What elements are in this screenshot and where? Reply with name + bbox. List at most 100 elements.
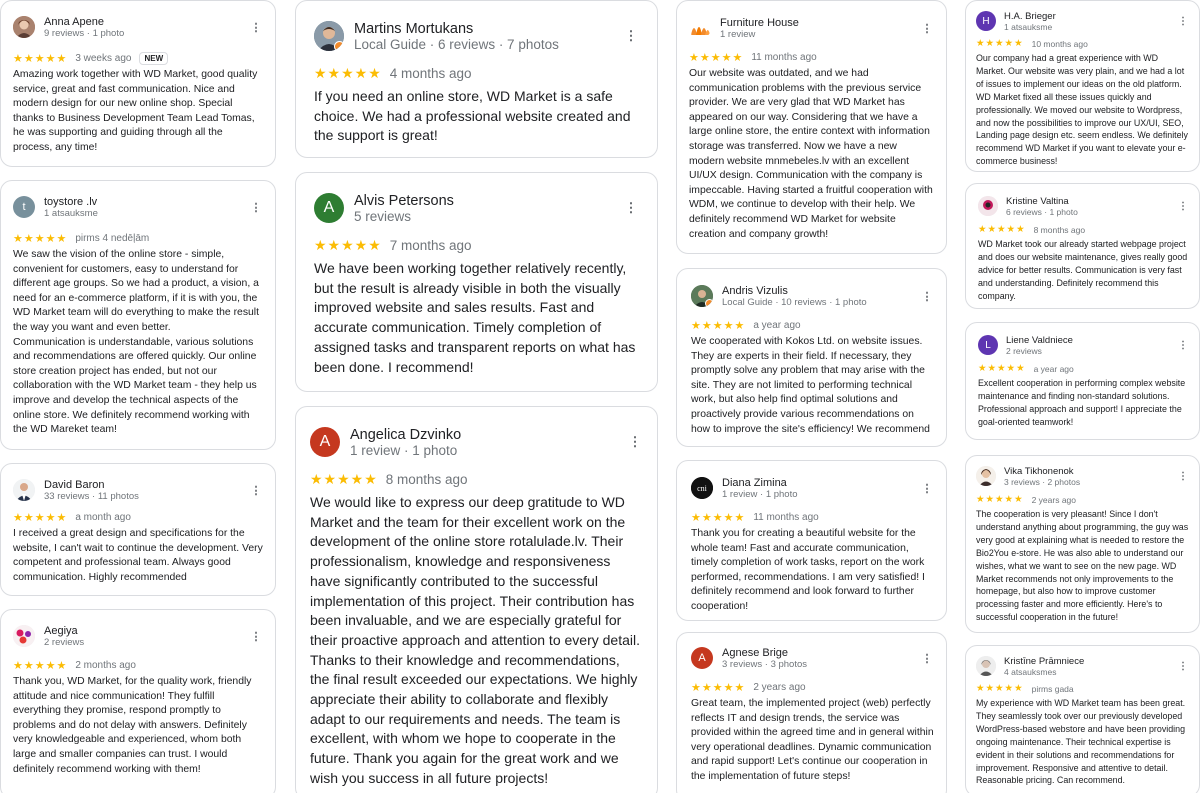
review-date: 11 months ago <box>753 512 819 523</box>
star-rating: ★★★★★ <box>13 512 68 524</box>
review-card: A Alvis Petersons 5 reviews ⋮ ★★★★★ 7 mo… <box>295 172 658 392</box>
review-text: WD Market took our already started webpa… <box>978 239 1188 301</box>
avatar[interactable] <box>13 625 35 647</box>
more-options-icon[interactable]: ⋮ <box>1177 16 1189 27</box>
review-date: pirms 4 nedēļām <box>75 233 150 244</box>
avatar-initial: A <box>319 433 331 450</box>
review-text: Great team, the implemented project (web… <box>691 698 934 782</box>
avatar[interactable]: L <box>978 335 998 355</box>
reviewer-stats: Local Guide · 6 reviews · 7 photos <box>354 36 559 52</box>
reviewer-name[interactable]: Aegiya <box>44 625 249 637</box>
avatar[interactable] <box>689 17 711 39</box>
more-options-icon[interactable]: ⋮ <box>920 22 934 35</box>
reviewer-stats: 33 reviews · 11 photos <box>44 490 139 502</box>
reviewer-name[interactable]: toystore .lv <box>44 196 249 208</box>
reviewer-name[interactable]: Vika Tikhonenok <box>1004 466 1177 477</box>
review-date: pirms gada <box>1031 683 1074 694</box>
reviewer-name[interactable]: Agnese Brige <box>722 647 920 659</box>
star-rating: ★★★★★ <box>691 682 746 694</box>
avatar[interactable]: A <box>691 647 713 669</box>
reviewer-stats: 3 reviews · 3 photos <box>722 658 808 670</box>
star-rating: ★★★★★ <box>976 494 1024 505</box>
avatar[interactable] <box>691 285 713 307</box>
reviewer-name[interactable]: Kristine Valtina <box>1006 196 1177 207</box>
more-options-icon[interactable]: ⋮ <box>1177 471 1189 482</box>
more-options-icon[interactable]: ⋮ <box>920 652 934 665</box>
star-rating: ★★★★★ <box>978 363 1026 374</box>
more-options-icon[interactable]: ⋮ <box>920 290 934 303</box>
reviewer-name[interactable]: Anna Apene <box>44 16 249 28</box>
avatar[interactable]: t <box>13 196 35 218</box>
reviewer-name[interactable]: Andris Vizulis <box>722 285 920 297</box>
review-date: a year ago <box>753 320 801 331</box>
star-rating: ★★★★★ <box>691 320 746 332</box>
reviewer-name[interactable]: Kristīne Prāmniece <box>1004 656 1177 667</box>
more-options-icon[interactable]: ⋮ <box>623 28 639 44</box>
avatar[interactable] <box>13 479 35 501</box>
more-options-icon[interactable]: ⋮ <box>249 201 263 214</box>
more-options-icon[interactable]: ⋮ <box>249 484 263 497</box>
review-date: 2 months ago <box>75 660 136 671</box>
review-text: I received a great design and specificat… <box>13 528 263 583</box>
star-rating: ★★★★★ <box>689 52 744 64</box>
avatar[interactable]: H <box>976 11 996 31</box>
review-card: David Baron 33 reviews · 11 photos ⋮ ★★★… <box>0 463 276 596</box>
reviewer-stats: 3 reviews · 2 photos <box>1004 476 1081 487</box>
star-rating: ★★★★★ <box>976 683 1024 694</box>
review-text: We cooperated with Kokos Ltd. on website… <box>691 336 930 435</box>
review-text: The cooperation is very pleasant! Since … <box>976 509 1189 623</box>
more-options-icon[interactable]: ⋮ <box>1177 340 1189 351</box>
review-card: Furniture House 1 review ⋮ ★★★★★ 11 mont… <box>676 0 947 254</box>
review-text: If you need an online store, WD Market i… <box>314 88 631 144</box>
avatar[interactable]: cni <box>691 477 713 499</box>
review-date: 11 months ago <box>751 52 817 63</box>
avatar-initial: A <box>323 199 335 216</box>
reviewer-stats: 6 reviews · 1 photo <box>1006 206 1078 217</box>
review-card: A Agnese Brige 3 reviews · 3 photos ⋮ ★★… <box>676 632 947 793</box>
avatar[interactable]: A <box>310 427 340 457</box>
review-card: Martins Mortukans Local Guide · 6 review… <box>295 0 658 158</box>
review-text: Thank you for creating a beautiful websi… <box>691 528 925 612</box>
reviewer-name[interactable]: Liene Valdniece <box>1006 335 1177 346</box>
star-rating: ★★★★★ <box>978 224 1026 235</box>
star-rating: ★★★★★ <box>314 237 382 253</box>
more-options-icon[interactable]: ⋮ <box>249 21 263 34</box>
avatar[interactable] <box>978 196 998 216</box>
review-date: 2 years ago <box>1031 494 1077 505</box>
reviewer-stats: 2 reviews <box>1006 345 1042 356</box>
more-options-icon[interactable]: ⋮ <box>1177 661 1189 672</box>
review-text: Amazing work together with WD Market, go… <box>13 69 258 153</box>
review-card: Kristine Valtina 6 reviews · 1 photo ⋮ ★… <box>965 183 1200 309</box>
avatar[interactable] <box>314 21 344 51</box>
more-options-icon[interactable]: ⋮ <box>920 482 934 495</box>
reviewer-stats: 1 review <box>720 28 756 40</box>
avatar[interactable]: A <box>314 193 344 223</box>
review-card: Andris Vizulis Local Guide · 10 reviews … <box>676 268 947 447</box>
review-card: Vika Tikhonenok 3 reviews · 2 photos ⋮ ★… <box>965 455 1200 633</box>
avatar[interactable] <box>976 466 996 486</box>
avatar[interactable] <box>976 656 996 676</box>
review-card: Kristīne Prāmniece 4 atsauksmes ⋮ ★★★★★ … <box>965 645 1200 793</box>
more-options-icon[interactable]: ⋮ <box>623 200 639 216</box>
reviewer-name[interactable]: Angelica Dzvinko <box>350 427 627 443</box>
avatar-initial: t <box>22 201 26 213</box>
star-rating: ★★★★★ <box>310 471 378 487</box>
more-options-icon[interactable]: ⋮ <box>249 630 263 643</box>
review-text: We saw the vision of the online store - … <box>13 249 260 436</box>
reviewer-name[interactable]: Furniture House <box>720 17 920 29</box>
avatar[interactable] <box>13 16 35 38</box>
reviewer-name[interactable]: David Baron <box>44 479 249 491</box>
reviewer-name[interactable]: Diana Zimina <box>722 477 920 489</box>
review-card: t toystore .lv 1 atsauksme ⋮ ★★★★★ pirms… <box>0 180 276 450</box>
review-text: My experience with WD Market team has be… <box>976 698 1186 786</box>
review-date: 2 years ago <box>753 682 806 693</box>
review-text: We have been working together relatively… <box>314 260 636 375</box>
more-options-icon[interactable]: ⋮ <box>627 434 643 450</box>
reviewer-name[interactable]: Alvis Petersons <box>354 193 623 209</box>
reviewer-name[interactable]: H.A. Brieger <box>1004 11 1177 22</box>
review-text: Excellent cooperation in performing comp… <box>978 378 1186 427</box>
reviewer-name[interactable]: Martins Mortukans <box>354 21 623 37</box>
reviewer-stats: 4 atsauksmes <box>1004 666 1057 677</box>
more-options-icon[interactable]: ⋮ <box>1177 201 1189 212</box>
review-card: L Liene Valdniece 2 reviews ⋮ ★★★★★ a ye… <box>965 322 1200 440</box>
